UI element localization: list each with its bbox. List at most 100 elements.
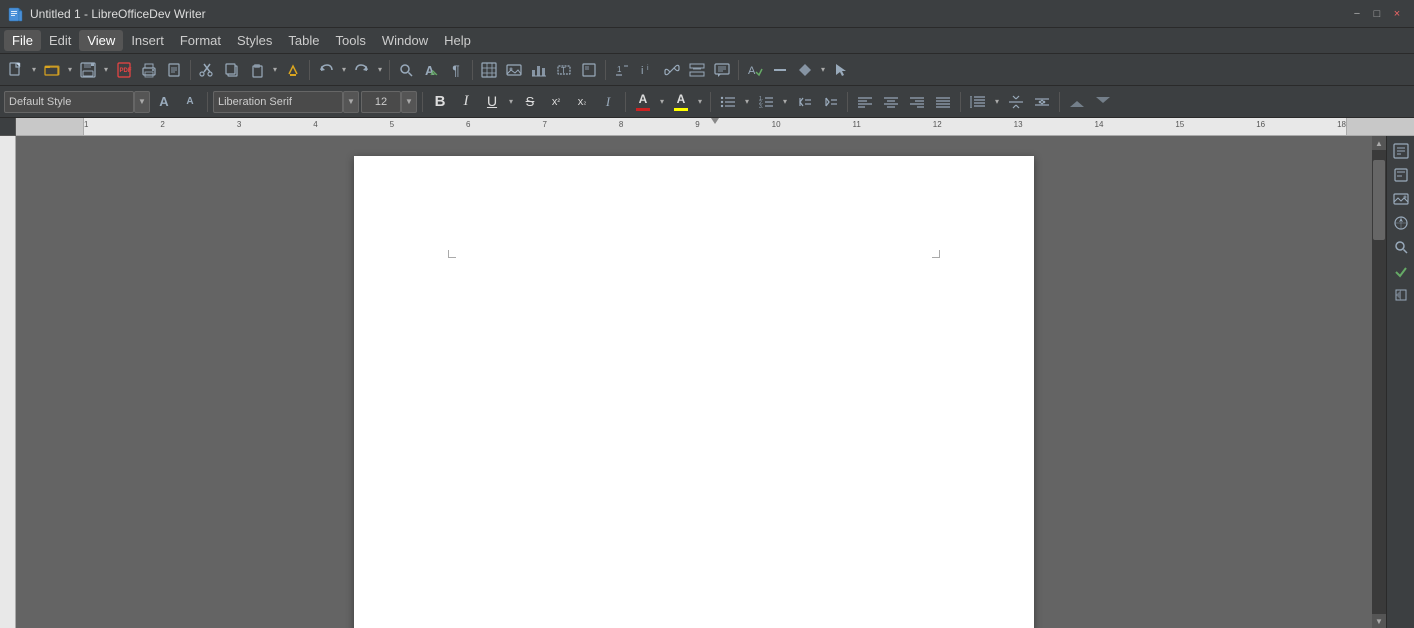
insert-frame-button[interactable] — [577, 58, 601, 82]
underline-button[interactable]: U — [480, 90, 504, 114]
font-name-arrow[interactable]: ▼ — [343, 91, 359, 113]
align-right-button[interactable] — [905, 90, 929, 114]
paragraph-style-arrow[interactable]: ▼ — [134, 91, 150, 113]
superscript-button[interactable]: x² — [544, 90, 568, 114]
save-arrow[interactable]: ▾ — [101, 58, 111, 82]
increase-font-size-button[interactable]: A — [152, 90, 176, 114]
indent-decrease-button[interactable] — [792, 90, 816, 114]
spelling-button[interactable]: A — [419, 58, 443, 82]
insert-image-button[interactable] — [502, 58, 526, 82]
font-name-input[interactable] — [213, 91, 343, 113]
redo-arrow[interactable]: ▾ — [375, 58, 385, 82]
align-left-button[interactable] — [853, 90, 877, 114]
menu-window[interactable]: Window — [374, 30, 436, 51]
document-area[interactable] — [16, 136, 1372, 628]
left-indent-marker[interactable] — [1065, 90, 1089, 114]
close-button[interactable]: × — [1388, 5, 1406, 23]
list-unordered-arrow[interactable]: ▾ — [742, 90, 752, 114]
document-page[interactable] — [354, 156, 1034, 628]
right-indent-marker[interactable] — [1091, 90, 1115, 114]
menu-file[interactable]: File — [4, 30, 41, 51]
paste-arrow[interactable]: ▾ — [270, 58, 280, 82]
font-color-arrow[interactable]: ▾ — [657, 90, 667, 114]
export-pdf-button[interactable]: PDF — [112, 58, 136, 82]
scroll-down-button[interactable]: ▼ — [1372, 614, 1386, 628]
spellcheck-on-button[interactable]: A — [743, 58, 767, 82]
sep-fmt2 — [422, 92, 423, 112]
paragraph-style-input[interactable] — [4, 91, 134, 113]
maximize-button[interactable]: □ — [1368, 5, 1386, 23]
italic-button[interactable]: I — [454, 90, 478, 114]
formatting-marks-button[interactable]: ¶ — [444, 58, 468, 82]
gallery-panel-button[interactable] — [1390, 188, 1412, 210]
menu-tools[interactable]: Tools — [327, 30, 373, 51]
hyperlink-button[interactable] — [660, 58, 684, 82]
navigator-panel-button[interactable] — [1390, 212, 1412, 234]
insert-chart-button[interactable] — [527, 58, 551, 82]
shapes-button[interactable] — [793, 58, 817, 82]
menu-styles[interactable]: Styles — [229, 30, 280, 51]
menu-table[interactable]: Table — [280, 30, 327, 51]
font-color-button[interactable]: A — [631, 89, 655, 115]
scroll-up-button[interactable]: ▲ — [1372, 136, 1386, 150]
open-button[interactable] — [40, 58, 64, 82]
para-increase-spacing-button[interactable] — [1004, 90, 1028, 114]
redo-button[interactable] — [350, 58, 374, 82]
vertical-scrollbar[interactable]: ▲ ▼ — [1372, 136, 1386, 628]
scroll-thumb[interactable] — [1373, 160, 1385, 240]
minimize-button[interactable]: − — [1348, 5, 1366, 23]
draw-line-button[interactable] — [768, 58, 792, 82]
insert-table-button[interactable] — [477, 58, 501, 82]
font-size-arrow[interactable]: ▼ — [401, 91, 417, 113]
insert-textbox-button[interactable]: T — [552, 58, 576, 82]
bold-button[interactable]: B — [428, 90, 452, 114]
open-arrow[interactable]: ▾ — [65, 58, 75, 82]
insert-endnote-button[interactable]: ii — [635, 58, 659, 82]
line-spacing-arrow[interactable]: ▾ — [992, 90, 1002, 114]
undo-button[interactable] — [314, 58, 338, 82]
new-button[interactable] — [4, 58, 28, 82]
highlight-button[interactable]: A — [669, 89, 693, 115]
macro-panel-button[interactable] — [1390, 284, 1412, 306]
shapes-arrow[interactable]: ▾ — [818, 58, 828, 82]
print-preview-button[interactable] — [162, 58, 186, 82]
copy-button[interactable] — [220, 58, 244, 82]
italic2-button[interactable]: I — [596, 90, 620, 114]
scroll-track[interactable] — [1372, 150, 1386, 614]
undo-arrow[interactable]: ▾ — [339, 58, 349, 82]
insert-footnote-button[interactable]: 1 — [610, 58, 634, 82]
save-button[interactable] — [76, 58, 100, 82]
new-arrow[interactable]: ▾ — [29, 58, 39, 82]
properties-panel-button[interactable] — [1390, 140, 1412, 162]
insert-comment-button[interactable] — [710, 58, 734, 82]
align-justify-button[interactable] — [931, 90, 955, 114]
subscript-button[interactable]: x₂ — [570, 90, 594, 114]
list-ordered-arrow[interactable]: ▾ — [780, 90, 790, 114]
print-button[interactable] — [137, 58, 161, 82]
highlight-arrow[interactable]: ▾ — [695, 90, 705, 114]
decrease-font-size-button[interactable]: A — [178, 90, 202, 114]
font-size-input[interactable] — [361, 91, 401, 113]
insert-header-footer-button[interactable] — [685, 58, 709, 82]
align-center-button[interactable] — [879, 90, 903, 114]
line-spacing-button[interactable] — [966, 90, 990, 114]
menu-insert[interactable]: Insert — [123, 30, 172, 51]
list-ordered-button[interactable]: 1.2.3. — [754, 90, 778, 114]
para-decrease-spacing-button[interactable] — [1030, 90, 1054, 114]
menu-help[interactable]: Help — [436, 30, 479, 51]
find-button[interactable] — [394, 58, 418, 82]
menu-edit[interactable]: Edit — [41, 30, 79, 51]
indent-increase-button[interactable] — [818, 90, 842, 114]
menu-view[interactable]: View — [79, 30, 123, 51]
cut-button[interactable] — [195, 58, 219, 82]
spellcheck-panel-button[interactable] — [1390, 260, 1412, 282]
underline-arrow[interactable]: ▾ — [506, 90, 516, 114]
styles-panel-button[interactable] — [1390, 164, 1412, 186]
list-unordered-button[interactable] — [716, 90, 740, 114]
find-panel-button[interactable] — [1390, 236, 1412, 258]
clone-button[interactable] — [281, 58, 305, 82]
select-mode-button[interactable] — [829, 58, 853, 82]
paste-button[interactable] — [245, 58, 269, 82]
strikethrough-button[interactable]: S — [518, 90, 542, 114]
menu-format[interactable]: Format — [172, 30, 229, 51]
